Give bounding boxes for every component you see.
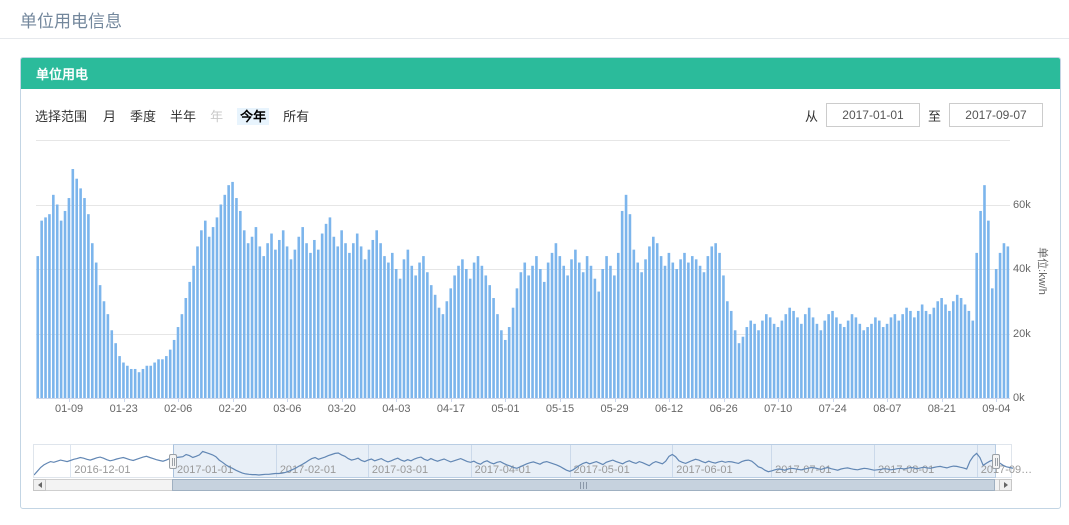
- x-tick-label: 05-15: [546, 403, 574, 415]
- x-tick-mark: [942, 398, 943, 402]
- x-tick-mark: [69, 398, 70, 402]
- x-tick-label: 03-20: [328, 403, 356, 415]
- x-tick-label: 08-21: [928, 403, 956, 415]
- x-tick-mark: [833, 398, 834, 402]
- x-tick-mark: [451, 398, 452, 402]
- x-tick-mark: [233, 398, 234, 402]
- panel-header: 单位用电: [21, 58, 1060, 89]
- navigator[interactable]: 2016-12-012017-01-012017-02-012017-03-01…: [33, 444, 1012, 478]
- x-tick-label: 08-07: [873, 403, 901, 415]
- x-tick-label: 05-01: [491, 403, 519, 415]
- x-tick-mark: [778, 398, 779, 402]
- x-tick-label: 07-10: [764, 403, 792, 415]
- scrollbar-right-button[interactable]: [999, 479, 1012, 491]
- x-tick-label: 06-26: [710, 403, 738, 415]
- arrow-right-icon: [1004, 482, 1008, 488]
- x-tick-label: 04-17: [437, 403, 465, 415]
- x-tick-mark: [342, 398, 343, 402]
- x-tick-label: 09-04: [982, 403, 1010, 415]
- navigator-line-svg: [34, 445, 1013, 479]
- x-tick-label: 03-06: [273, 403, 301, 415]
- x-tick-label: 01-09: [55, 403, 83, 415]
- x-tick-mark: [560, 398, 561, 402]
- page: 单位用电信息 单位用电 选择范围 月季度半年年今年所有 从 至 0: [0, 0, 1069, 525]
- bars-svg: [36, 140, 1010, 398]
- x-tick-label: 02-06: [164, 403, 192, 415]
- x-tick-mark: [396, 398, 397, 402]
- x-tick-label: 06-12: [655, 403, 683, 415]
- panel-header-title: 单位用电: [36, 64, 88, 83]
- x-tick-label: 01-23: [110, 403, 138, 415]
- y-tick-label: 40k: [1013, 263, 1031, 275]
- scrollbar-thumb[interactable]: [172, 479, 995, 491]
- x-tick-label: 02-20: [219, 403, 247, 415]
- arrow-left-icon: [38, 482, 42, 488]
- x-tick-mark: [887, 398, 888, 402]
- title-divider: [0, 38, 1069, 39]
- x-tick-mark: [505, 398, 506, 402]
- y-tick-label: 20k: [1013, 328, 1031, 340]
- x-tick-mark: [615, 398, 616, 402]
- y-tick-label: 60k: [1013, 199, 1031, 211]
- y-tick-label: 0k: [1013, 392, 1025, 404]
- x-tick-label: 07-24: [819, 403, 847, 415]
- plot-area[interactable]: [36, 140, 1010, 398]
- scrollbar-left-button[interactable]: [33, 479, 46, 491]
- y-axis-title: 单位:kw/h: [1035, 247, 1051, 295]
- electricity-panel: 单位用电 选择范围 月季度半年年今年所有 从 至 0k20k40k60k 单位:…: [20, 57, 1061, 509]
- x-tick-mark: [178, 398, 179, 402]
- x-tick-mark: [287, 398, 288, 402]
- page-title: 单位用电信息: [20, 7, 122, 32]
- scrollbar: [33, 479, 1012, 491]
- x-tick-mark: [124, 398, 125, 402]
- navigator-right-handle[interactable]: [992, 454, 1000, 469]
- x-tick-label: 04-03: [382, 403, 410, 415]
- navigator-left-handle[interactable]: [169, 454, 177, 469]
- x-axis-line: [36, 398, 1010, 399]
- x-tick-mark: [669, 398, 670, 402]
- x-tick-label: 05-29: [600, 403, 628, 415]
- x-tick-mark: [724, 398, 725, 402]
- panel-body: 选择范围 月季度半年年今年所有 从 至 0k20k40k60k 单位:kw/h …: [21, 89, 1060, 509]
- x-tick-mark: [996, 398, 997, 402]
